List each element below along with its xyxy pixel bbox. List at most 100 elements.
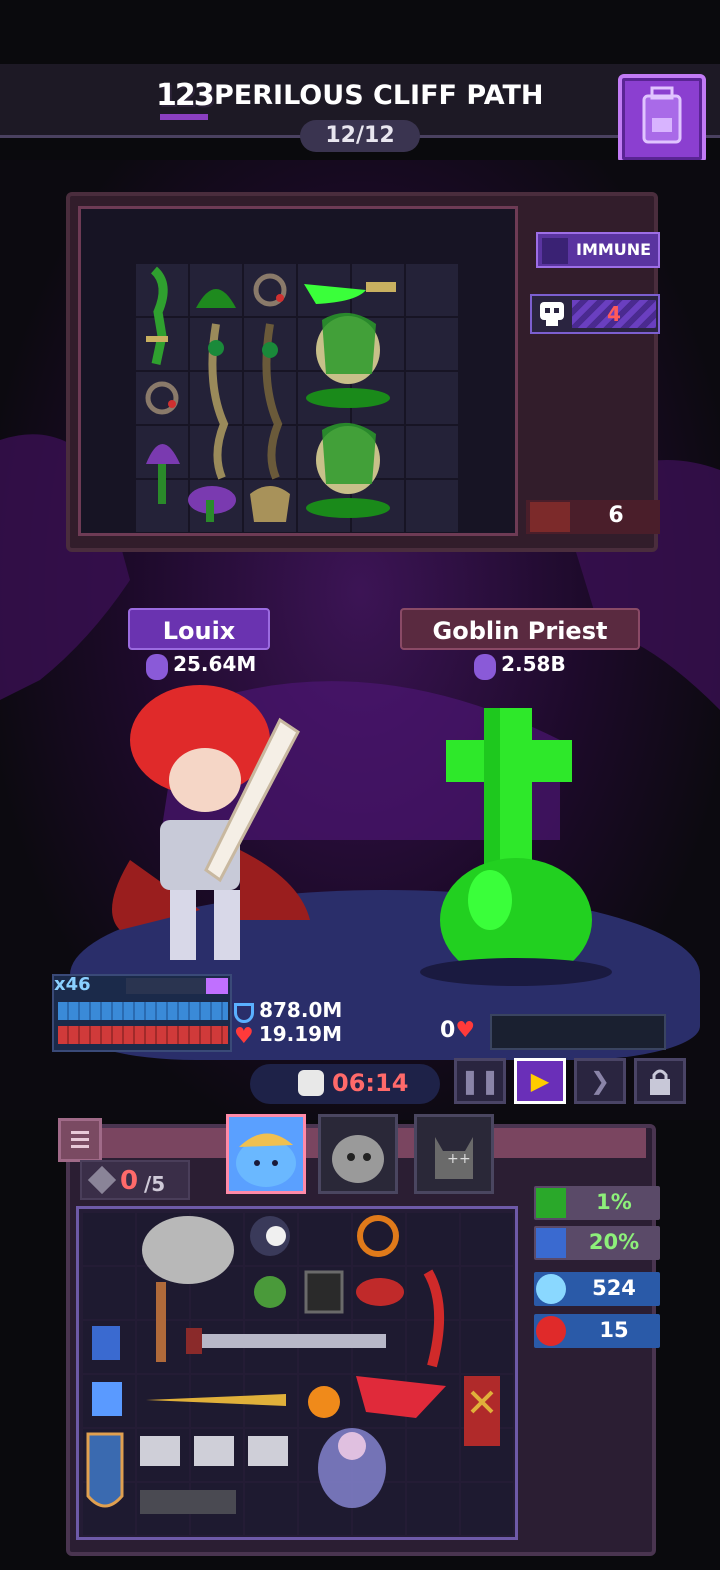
toxic-blade-icon [304, 282, 396, 304]
skull-icon [298, 1070, 324, 1096]
gauntlet-icon [304, 1270, 344, 1314]
fire-ring-icon [357, 1215, 399, 1257]
stat-speed-value: 20% [588, 1230, 640, 1254]
speed-icon [536, 1228, 566, 1258]
gem-icon [536, 1274, 566, 1304]
skull-count: 4 [607, 302, 621, 326]
red-scimitar-icon [423, 1269, 445, 1368]
status-bar [0, 0, 720, 64]
heart-icon: ♥ [455, 1018, 476, 1043]
anvil-icon [140, 1490, 236, 1514]
rage-counter[interactable]: 6 [526, 500, 660, 534]
slime-blob-icon [196, 289, 236, 308]
snake-staff-icon [262, 323, 283, 480]
lance-icon [146, 1394, 286, 1406]
stage-title: PERILOUS CLIFF PATH [214, 80, 544, 111]
enemy-nameplate: Goblin Priest [400, 608, 640, 650]
bear-character-icon [332, 1135, 384, 1183]
backpack-icon [642, 86, 682, 144]
enemy-items [145, 266, 396, 522]
ring-icon [145, 381, 179, 415]
hero-hp-value: 19.19M [258, 1022, 342, 1046]
hero-hp-bar [58, 1026, 228, 1044]
immune-label: IMMUNE [576, 240, 652, 259]
ring-icon [253, 273, 287, 307]
fairy-icon [318, 1428, 386, 1508]
stage-number-badge: 123 [156, 74, 215, 120]
skull-counter[interactable]: 4 [530, 294, 660, 334]
enemy-tombstone-sprite[interactable] [420, 700, 620, 990]
lock-button[interactable] [634, 1058, 686, 1104]
stage-badge-bar [160, 114, 208, 120]
character-slot-1[interactable] [226, 1114, 306, 1194]
shield-icon [234, 1002, 254, 1023]
enemy-power-value: 2.58B [501, 652, 566, 676]
enemy-hp-bar [490, 1014, 666, 1050]
chevron-right-icon: ❯ [589, 1067, 611, 1095]
demon-icon [536, 1316, 566, 1346]
blue-glove-icon [92, 1382, 122, 1416]
slots-used: 0 [120, 1166, 139, 1196]
purple-mushroom-icon [146, 444, 180, 504]
stat-row-demons[interactable]: 15 [534, 1314, 660, 1348]
rage-count: 6 [608, 503, 624, 528]
purple-mushroom-icon [188, 486, 236, 522]
wave-progress: 12/12 [300, 120, 420, 152]
immune-status[interactable]: IMMUNE [536, 232, 660, 268]
hero-energy-bar [126, 978, 228, 994]
skull-icon [540, 302, 564, 326]
hero-shield-stat: 878.0M [234, 998, 342, 1023]
svg-text:+: + [459, 1151, 471, 1167]
heal-plus-icon [536, 1188, 566, 1218]
slots-max: /5 [144, 1172, 166, 1196]
enemy-hp-value: 0 [440, 1018, 456, 1043]
poison-dagger-icon [146, 266, 168, 365]
character-slot-2[interactable] [318, 1114, 398, 1194]
menu-button[interactable] [58, 1118, 102, 1162]
skull-progress: 4 [572, 300, 656, 328]
pause-icon: ❚❚ [459, 1067, 501, 1095]
stat-row-gems[interactable]: 524 [534, 1272, 660, 1306]
blue-boot-icon [92, 1326, 120, 1360]
stat-row-speed[interactable]: 20% [534, 1226, 660, 1260]
skull-goo-icon [306, 312, 390, 408]
hero-multiplier: x46 [54, 974, 91, 995]
sword-power-icon [474, 653, 496, 680]
lock-icon [650, 1069, 670, 1095]
hero-sprite[interactable] [90, 680, 330, 980]
enemy-hp-stat: 0♥ [440, 1018, 475, 1043]
snake-staff-icon [208, 323, 229, 480]
gauntlet-icon [248, 1436, 288, 1466]
hero-shield-value: 878.0M [259, 998, 343, 1022]
rage-icon [530, 502, 570, 532]
sword-power-icon [146, 653, 168, 680]
green-potion-icon [254, 1276, 286, 1308]
red-wings-icon [356, 1376, 446, 1418]
list-icon [71, 1131, 89, 1148]
stat-gems-value: 524 [592, 1276, 636, 1300]
character-slot-3[interactable]: + + [414, 1114, 494, 1194]
timer-value: 06:14 [332, 1069, 409, 1097]
pause-button[interactable]: ❚❚ [454, 1058, 506, 1104]
backpack-button[interactable] [618, 74, 706, 164]
fast-forward-button[interactable]: ❯ [574, 1058, 626, 1104]
player-items [86, 1215, 500, 1514]
stat-heal-value: 1% [596, 1190, 632, 1214]
hero-shield-bar [58, 1002, 228, 1020]
hero-nameplate: Louix [128, 608, 270, 650]
hero-hp-stat: ♥ 19.19M [234, 1022, 342, 1049]
stage-number: 123 [156, 78, 215, 113]
svg-text:+: + [447, 1151, 459, 1167]
slime-character-icon [236, 1133, 296, 1187]
greatsword-icon [186, 1328, 386, 1354]
orb-icon [250, 1216, 290, 1256]
enemy-power: 2.58B [474, 652, 566, 680]
diamond-slot-icon [87, 1165, 117, 1195]
play-button[interactable]: ▶ [514, 1058, 566, 1104]
stat-row-heal[interactable]: 1% [534, 1186, 660, 1220]
gauntlet-icon [194, 1436, 234, 1466]
heart-icon: ♥ [234, 1024, 254, 1049]
shield-icon [86, 1432, 124, 1508]
inventory-slot-counter: 0 /5 [80, 1160, 190, 1200]
hero-power-value: 25.64M [173, 652, 257, 676]
